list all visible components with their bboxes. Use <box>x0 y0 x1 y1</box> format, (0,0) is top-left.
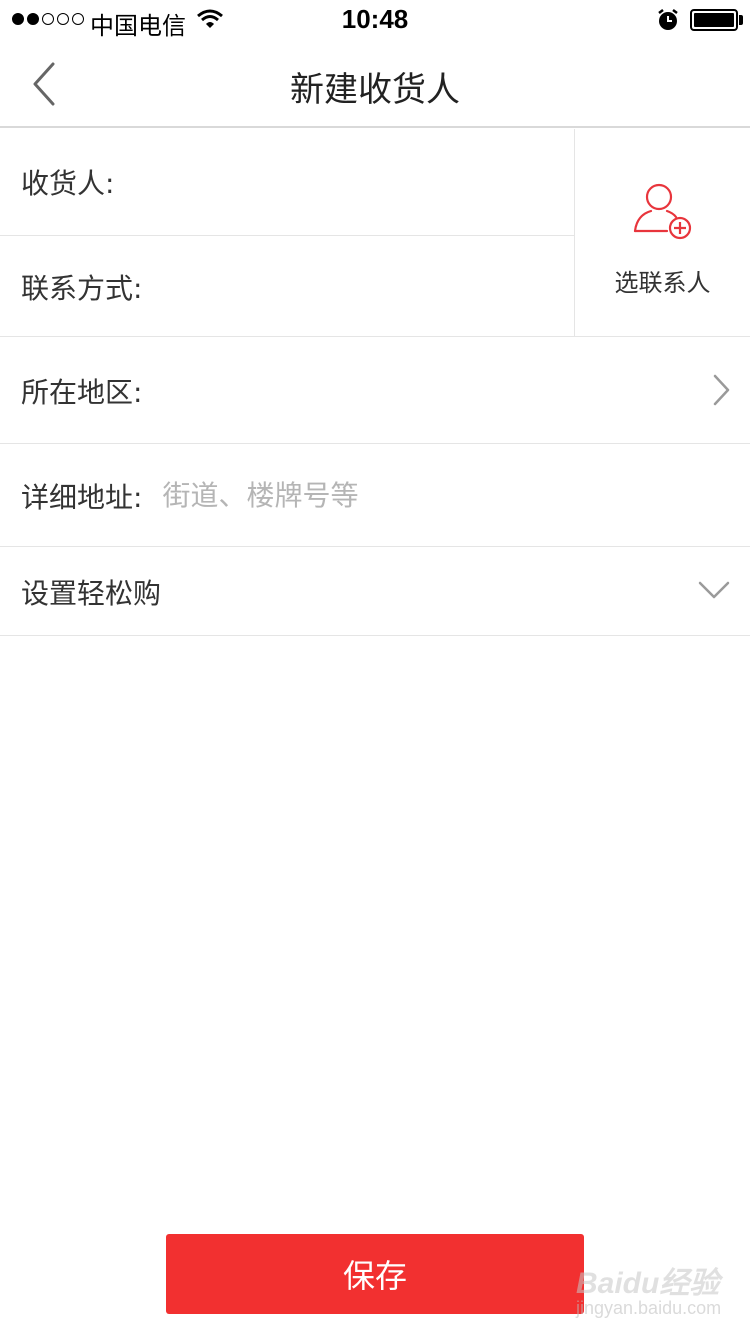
save-button[interactable]: 保存 <box>166 1234 584 1314</box>
recipient-input[interactable] <box>120 152 574 212</box>
nav-bar: 新建收货人 <box>0 40 750 128</box>
status-time: 10:48 <box>341 4 409 34</box>
region-row[interactable]: 所在地区: <box>0 338 750 444</box>
chevron-down-icon <box>698 581 730 599</box>
recipient-label: 收货人: <box>21 167 115 200</box>
easy-buy-row[interactable]: 设置轻松购 <box>0 548 750 636</box>
baidu-watermark: Baidu经验 jingyan.baidu.com <box>576 1258 736 1328</box>
page-title: 新建收货人 <box>290 70 460 110</box>
contact-section: 收货人: 联系方式: 选联系人 <box>0 129 750 337</box>
watermark-url: jingyan.baidu.com <box>576 1298 722 1318</box>
region-label: 所在地区: <box>21 375 143 409</box>
address-label: 详细地址: <box>21 480 143 514</box>
recipient-row[interactable]: 收货人: <box>0 129 574 236</box>
chevron-right-icon <box>713 374 730 406</box>
address-row[interactable]: 详细地址: <box>0 445 750 547</box>
address-input[interactable] <box>162 465 750 526</box>
region-value <box>148 361 750 421</box>
pick-contact-button[interactable]: 选联系人 <box>574 129 750 337</box>
status-bar: 中国电信 10:48 <box>0 0 750 40</box>
phone-row[interactable]: 联系方式: <box>0 236 574 337</box>
battery-tip <box>739 15 743 25</box>
phone-label: 联系方式: <box>21 271 143 305</box>
pick-contact-label: 选联系人 <box>614 269 711 297</box>
alarm-icon <box>656 8 680 36</box>
battery-icon <box>690 9 738 31</box>
add-contact-icon <box>633 179 693 245</box>
watermark-brand: Baidu经验 <box>576 1267 720 1300</box>
phone-input[interactable] <box>148 256 574 317</box>
easy-buy-label: 设置轻松购 <box>21 576 162 610</box>
